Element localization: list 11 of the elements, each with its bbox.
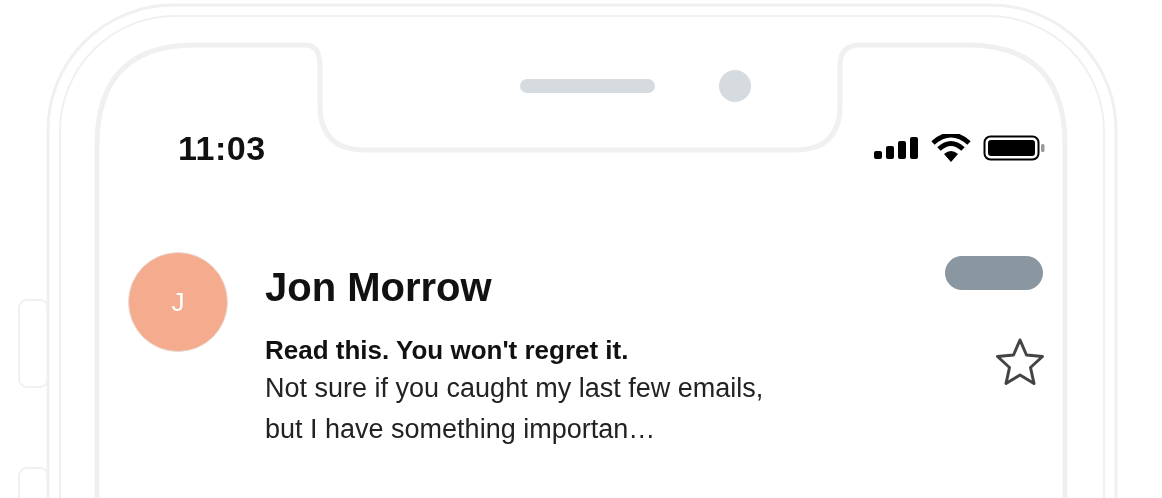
star-icon[interactable] xyxy=(995,338,1045,386)
signal-icon xyxy=(874,137,919,159)
battery-icon xyxy=(983,135,1045,161)
avatar: J xyxy=(128,252,228,352)
camera-drawing xyxy=(719,70,751,102)
status-time: 11:03 xyxy=(178,128,266,168)
wifi-icon xyxy=(931,134,971,162)
email-preview: but I have something importan… xyxy=(265,413,657,446)
email-preview: Not sure if you caught my last few emails, xyxy=(265,372,765,405)
sender-name: Jon Morrow xyxy=(265,264,493,310)
email-subject: Read this. You won't regret it. xyxy=(265,334,630,367)
